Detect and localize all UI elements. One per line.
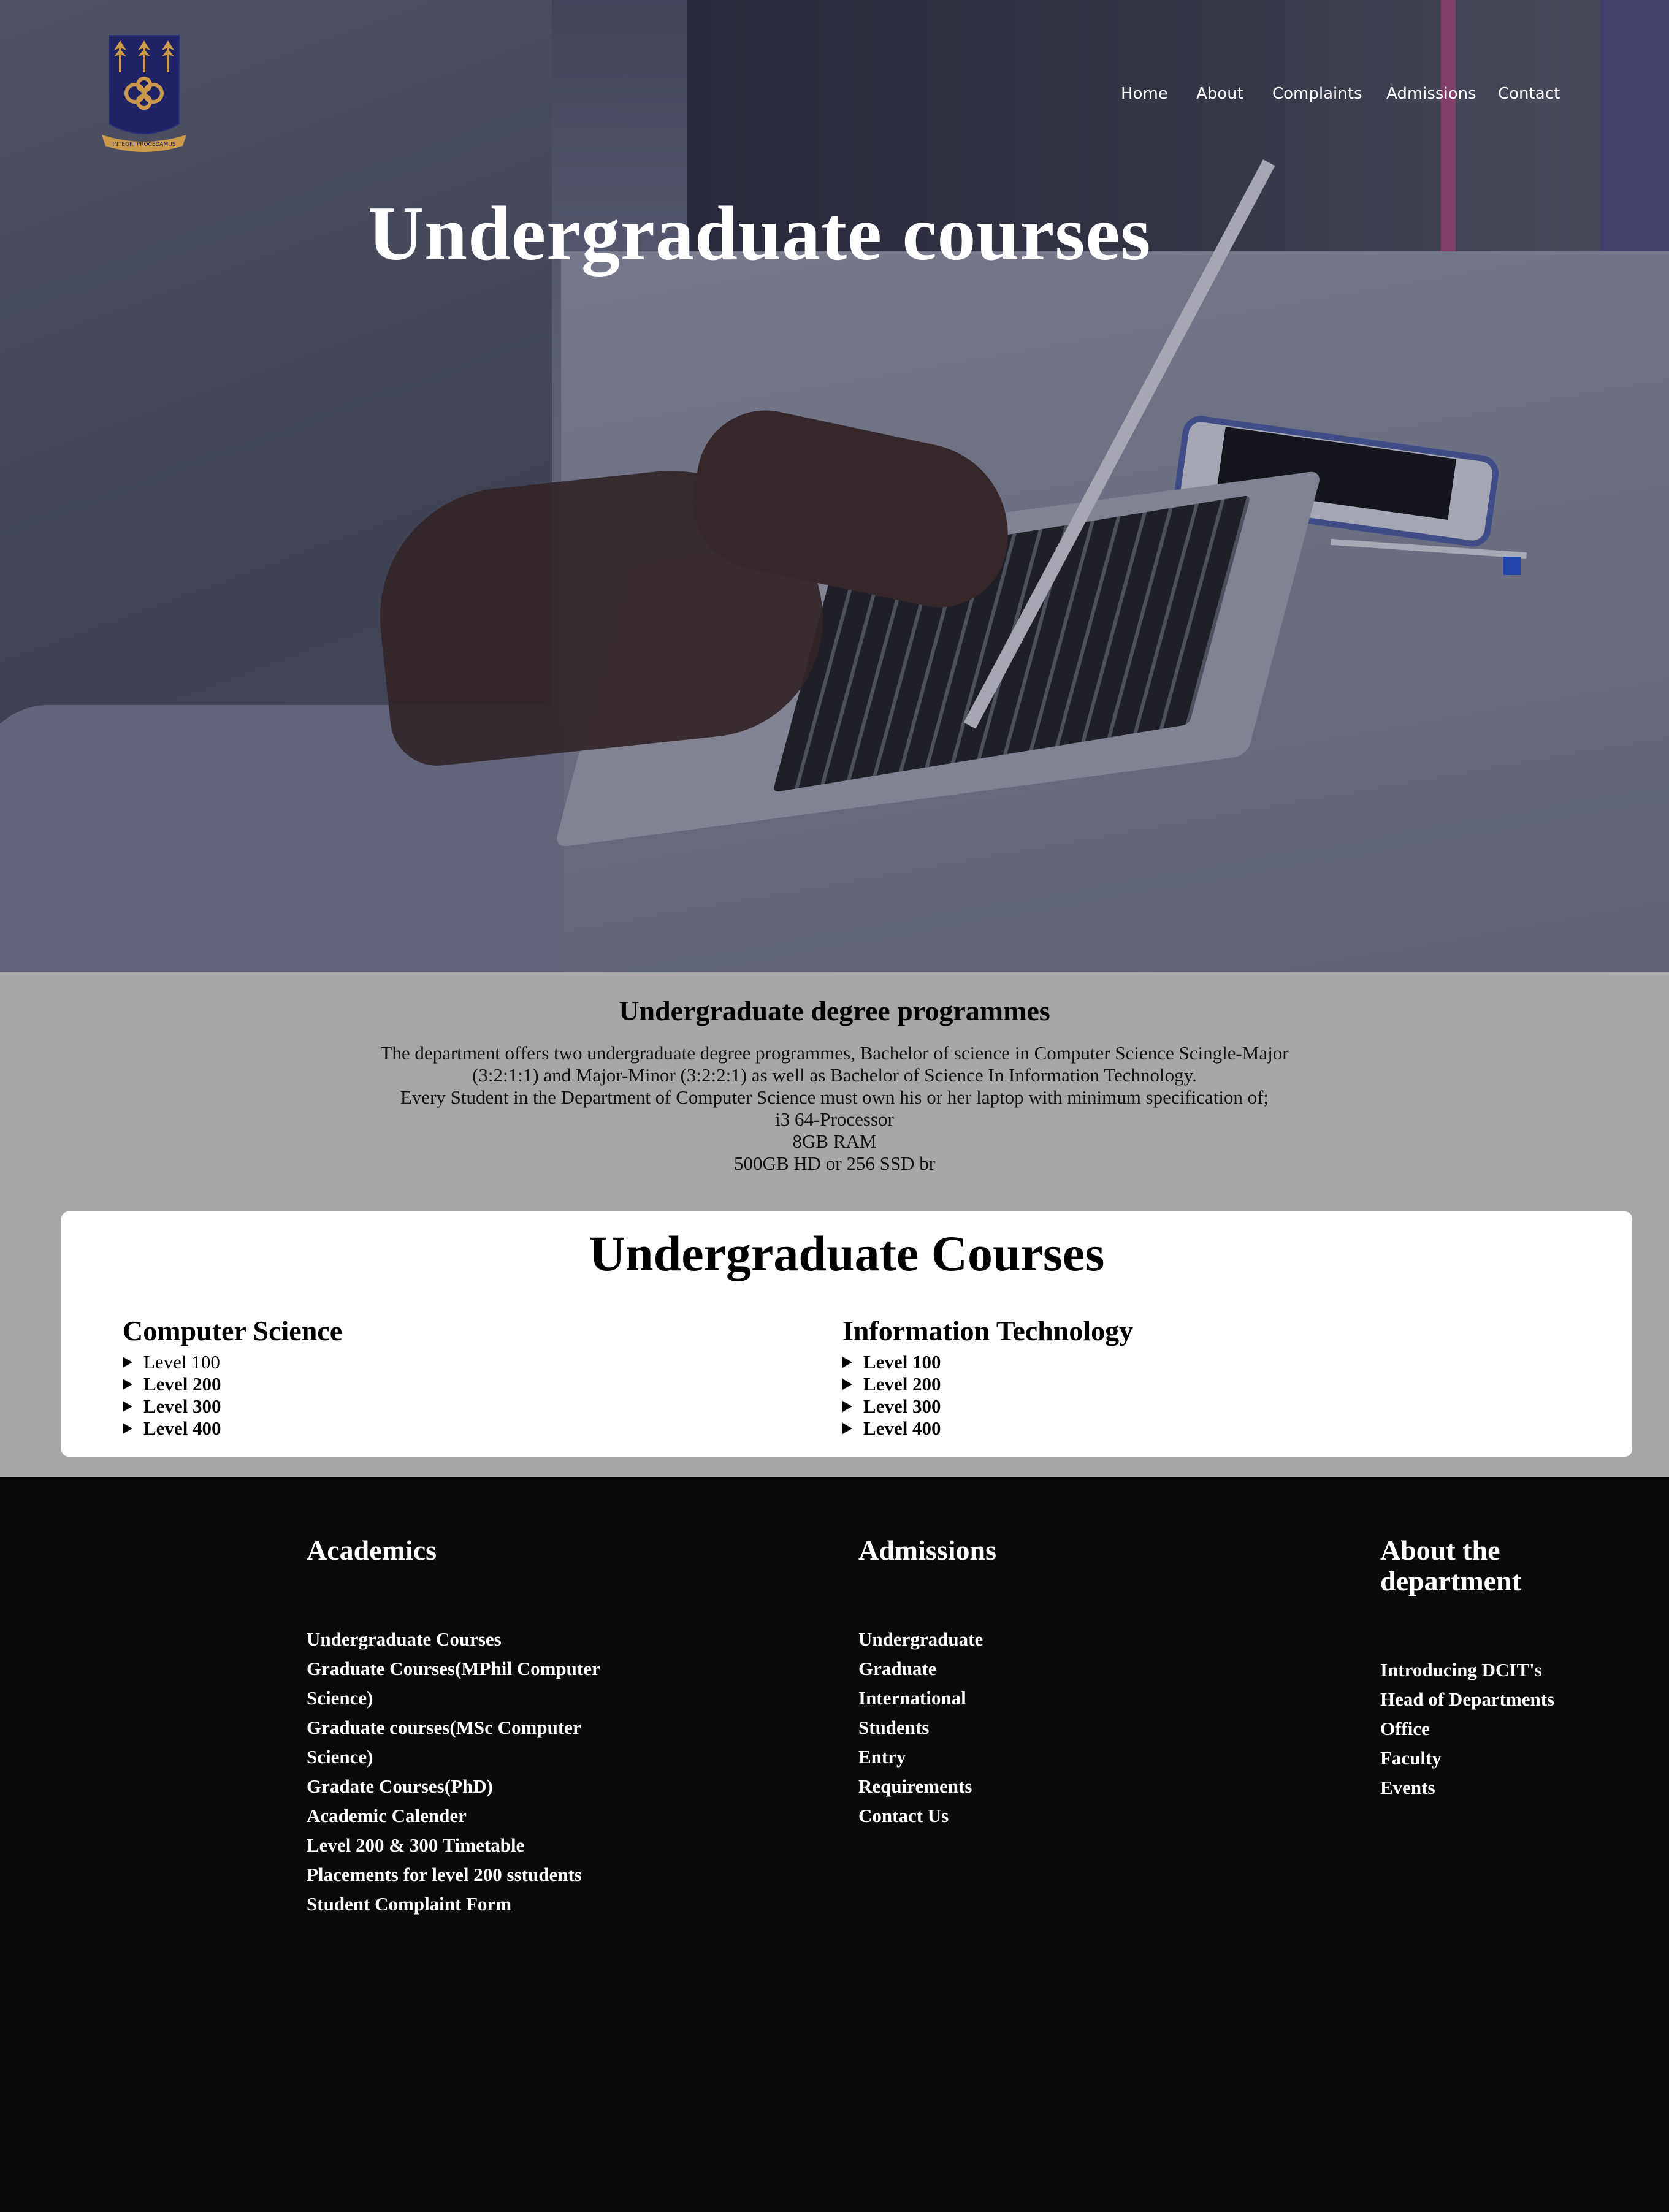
footer-link-complaint-form[interactable]: Student Complaint Form <box>307 1890 600 1919</box>
laptop-spec-processor: i3 64-Processor <box>775 1108 894 1130</box>
footer-academics-links: Undergraduate Courses Graduate Courses(M… <box>307 1625 600 1919</box>
footer-link-undergraduate[interactable]: Undergraduate <box>858 1625 996 1654</box>
disclosure-triangle-icon <box>842 1423 852 1434</box>
disclosure-triangle-icon <box>842 1401 852 1412</box>
footer-admissions: Admissions Undergraduate Graduate Intern… <box>858 1535 996 1831</box>
disclosure-triangle-icon <box>123 1357 132 1368</box>
footer-link-introducing-dcit[interactable]: Introducing DCIT's <box>1380 1655 1554 1685</box>
footer-admissions-links: Undergraduate Graduate International Stu… <box>858 1625 996 1831</box>
courses-card: Undergraduate Courses Computer Science L… <box>61 1211 1632 1457</box>
it-level-300-toggle[interactable]: Level 300 <box>842 1395 1133 1417</box>
disclosure-triangle-icon <box>123 1423 132 1434</box>
footer-link-contact-us[interactable]: Contact Us <box>858 1801 996 1831</box>
nav-home[interactable]: Home <box>1121 85 1168 103</box>
footer-link-faculty[interactable]: Faculty <box>1380 1744 1554 1773</box>
level-label: Level 100 <box>143 1351 220 1373</box>
it-level-100-toggle[interactable]: Level 100 <box>842 1351 1133 1373</box>
footer-link-timetable[interactable]: Level 200 & 300 Timetable <box>307 1831 600 1860</box>
laptop-spec-storage: 500GB HD or 256 SSD br <box>733 1153 936 1174</box>
footer-admissions-heading: Admissions <box>858 1535 996 1566</box>
course-column-information-technology: Information Technology Level 100 Level 2… <box>842 1314 1133 1440</box>
footer-about-heading-line: department <box>1380 1565 1521 1596</box>
footer-academics-heading: Academics <box>307 1535 437 1566</box>
programmes-line: Every Student in the Department of Compu… <box>400 1086 1269 1108</box>
disclosure-triangle-icon <box>842 1379 852 1390</box>
cs-level-100-toggle[interactable]: Level 100 <box>123 1351 342 1373</box>
course-column-heading: Information Technology <box>842 1315 1134 1346</box>
footer-link-events[interactable]: Events <box>1380 1773 1554 1802</box>
footer-link-students[interactable]: Students <box>858 1713 996 1742</box>
nav-about[interactable]: About <box>1196 85 1243 103</box>
footer-link-graduate-mphil[interactable]: Graduate Courses(MPhil Computer <box>307 1654 600 1684</box>
page-title: Undergraduate courses <box>368 191 1151 276</box>
footer-link-head-of-departments[interactable]: Head of Departments <box>1380 1685 1554 1714</box>
disclosure-triangle-icon <box>842 1357 852 1368</box>
disclosure-triangle-icon <box>123 1401 132 1412</box>
cs-level-400-toggle[interactable]: Level 400 <box>123 1417 342 1440</box>
footer-link-graduate[interactable]: Graduate <box>858 1654 996 1684</box>
footer-link-requirements[interactable]: Requirements <box>858 1772 996 1801</box>
footer-link-international[interactable]: International <box>858 1684 996 1713</box>
footer-link-academic-calendar[interactable]: Academic Calender <box>307 1801 600 1831</box>
level-label: Level 300 <box>143 1395 221 1417</box>
footer-about-links: Introducing DCIT's Head of Departments O… <box>1380 1655 1554 1802</box>
hero-overlay <box>0 0 1669 972</box>
level-label: Level 300 <box>863 1395 941 1417</box>
nav-contact[interactable]: Contact <box>1498 85 1560 103</box>
footer-link-undergraduate-courses[interactable]: Undergraduate Courses <box>307 1625 600 1654</box>
programmes-line: (3:2:1:1) and Major-Minor (3:2:2:1) as w… <box>472 1064 1197 1086</box>
course-column-heading: Computer Science <box>123 1315 343 1346</box>
footer-link-graduate-msc[interactable]: Graduate courses(MSc Computer <box>307 1713 600 1742</box>
footer-academics: Academics Undergraduate Courses Graduate… <box>307 1535 600 1919</box>
level-label: Level 100 <box>863 1351 941 1373</box>
it-level-400-toggle[interactable]: Level 400 <box>842 1417 1133 1440</box>
programmes-section: Undergraduate degree programmes The depa… <box>0 972 1669 1477</box>
logo-motto: INTEGRI PROCEDAMUS <box>112 142 175 148</box>
level-label: Level 400 <box>143 1417 221 1439</box>
footer-link-graduate-phd[interactable]: Gradate Courses(PhD) <box>307 1772 600 1801</box>
footer-link-placements[interactable]: Placements for level 200 sstudents <box>307 1860 600 1890</box>
hero-banner: INTEGRI PROCEDAMUS Home About Complaints… <box>0 0 1669 972</box>
footer-link-graduate-msc-cont[interactable]: Science) <box>307 1742 600 1772</box>
level-label: Level 200 <box>863 1373 941 1395</box>
programmes-heading: Undergraduate degree programmes <box>619 995 1050 1026</box>
disclosure-triangle-icon <box>123 1379 132 1390</box>
site-footer: Academics Undergraduate Courses Graduate… <box>0 1477 1669 2212</box>
footer-about-heading-line: About the <box>1380 1535 1500 1566</box>
footer-link-graduate-mphil-cont[interactable]: Science) <box>307 1684 600 1713</box>
cs-level-300-toggle[interactable]: Level 300 <box>123 1395 342 1417</box>
nav-complaints[interactable]: Complaints <box>1272 85 1362 103</box>
footer-about: About the department Introducing DCIT's … <box>1380 1535 1554 1802</box>
level-label: Level 400 <box>863 1417 941 1439</box>
footer-link-entry[interactable]: Entry <box>858 1742 996 1772</box>
level-label: Level 200 <box>143 1373 221 1395</box>
it-level-200-toggle[interactable]: Level 200 <box>842 1373 1133 1395</box>
footer-link-office[interactable]: Office <box>1380 1714 1554 1744</box>
programmes-description: The department offers two undergraduate … <box>343 1042 1326 1175</box>
courses-title: Undergraduate Courses <box>589 1226 1105 1281</box>
main-nav: Home About Complaints Admissions Contact <box>0 85 1669 109</box>
footer-about-heading: About the department <box>1380 1535 1554 1596</box>
laptop-spec-ram: 8GB RAM <box>792 1131 877 1152</box>
programmes-line: The department offers two undergraduate … <box>380 1042 1289 1064</box>
course-column-computer-science: Computer Science Level 100 Level 200 Lev… <box>123 1314 342 1440</box>
nav-admissions[interactable]: Admissions <box>1386 85 1476 103</box>
cs-level-200-toggle[interactable]: Level 200 <box>123 1373 342 1395</box>
